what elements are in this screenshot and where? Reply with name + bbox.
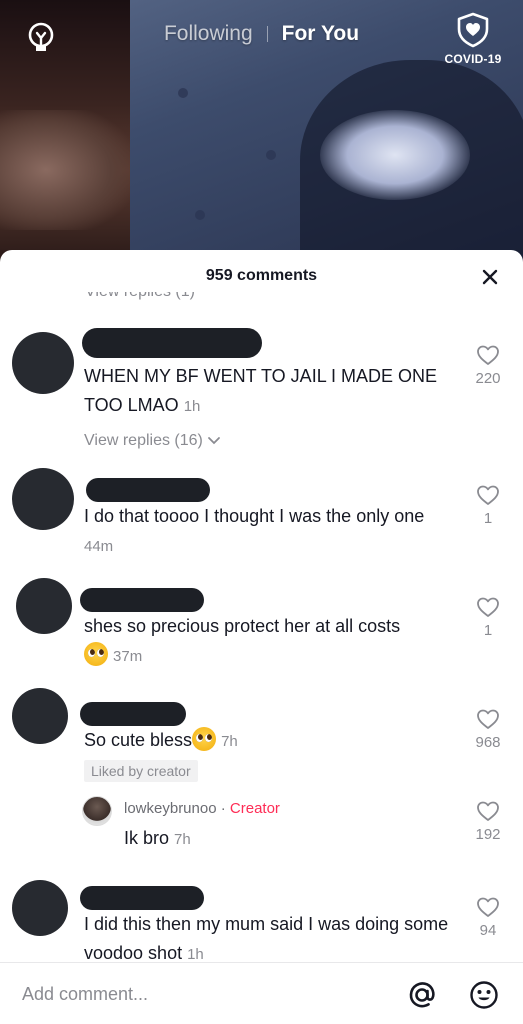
avatar[interactable] bbox=[12, 880, 68, 936]
video-hand bbox=[0, 110, 130, 230]
comment-body: WHEN MY BF WENT TO JAIL I MADE ONE TOO L… bbox=[84, 366, 438, 415]
reply-avatar[interactable] bbox=[82, 796, 112, 826]
like-count: 1 bbox=[483, 510, 493, 527]
reply-separator: · bbox=[216, 800, 230, 817]
avatar[interactable] bbox=[12, 332, 74, 394]
comment-time: 44m bbox=[84, 538, 114, 555]
close-icon bbox=[482, 269, 498, 285]
tab-following[interactable]: Following bbox=[150, 22, 267, 46]
redacted-username[interactable] bbox=[80, 886, 204, 910]
comment-input-bar bbox=[0, 962, 523, 1024]
pleading-face-emoji bbox=[192, 727, 217, 751]
like-count: 94 bbox=[479, 922, 497, 939]
redacted-username[interactable] bbox=[80, 588, 204, 612]
like-count: 968 bbox=[475, 734, 501, 751]
heart-icon[interactable] bbox=[476, 708, 500, 730]
creator-tag: Creator bbox=[229, 800, 280, 817]
comment-time: 1h bbox=[183, 398, 201, 415]
shield-heart-icon bbox=[457, 12, 489, 48]
heart-icon[interactable] bbox=[476, 596, 500, 618]
heart-icon[interactable] bbox=[476, 896, 500, 918]
upholstery-button bbox=[266, 150, 276, 160]
add-comment-input[interactable] bbox=[22, 977, 382, 1011]
reply-body: Ik bro bbox=[124, 828, 170, 848]
like-area[interactable]: 94 bbox=[471, 896, 505, 939]
avatar[interactable] bbox=[16, 578, 72, 634]
pleading-face-emoji bbox=[84, 642, 108, 666]
clipped-view-replies-label: View replies (1) bbox=[85, 292, 195, 300]
like-count: 1 bbox=[483, 622, 493, 639]
close-button[interactable] bbox=[479, 266, 501, 288]
mention-button[interactable] bbox=[406, 979, 438, 1011]
redacted-username[interactable] bbox=[86, 478, 210, 502]
view-replies-button[interactable]: View replies (16) bbox=[84, 432, 221, 450]
comment-text: shes so precious protect her at all cost… bbox=[84, 612, 454, 671]
like-count: 220 bbox=[475, 370, 501, 387]
heart-icon[interactable] bbox=[476, 484, 500, 506]
smiley-face-icon bbox=[470, 981, 498, 1009]
comment-text: I did this then my mum said I was doing … bbox=[84, 910, 464, 969]
comment-body: I do that toooo I thought I was the only… bbox=[84, 506, 425, 526]
avatar[interactable] bbox=[12, 688, 68, 744]
comment-time: 7h bbox=[221, 733, 238, 750]
tab-for-you[interactable]: For You bbox=[268, 22, 373, 46]
comment-time: 37m bbox=[113, 648, 143, 665]
top-nav: Following For You COVID-19 bbox=[0, 0, 523, 80]
avatar[interactable] bbox=[12, 468, 74, 530]
heart-icon[interactable] bbox=[476, 344, 500, 366]
covid-label: COVID-19 bbox=[444, 52, 502, 66]
like-area[interactable]: 1 bbox=[471, 596, 505, 639]
comments-sheet: 959 comments View replies (1) WHEN MY BF… bbox=[0, 250, 523, 1024]
creator-reply: lowkeybrunoo · Creator Ik bro 7h 192 bbox=[82, 796, 523, 860]
upholstery-button bbox=[195, 210, 205, 220]
comment-body: shes so precious protect her at all cost… bbox=[84, 616, 401, 636]
like-area[interactable]: 968 bbox=[471, 708, 505, 751]
comment-body: I did this then my mum said I was doing … bbox=[84, 914, 449, 963]
view-replies-label: View replies (16) bbox=[84, 432, 203, 449]
comment-text: I do that toooo I thought I was the only… bbox=[84, 502, 454, 561]
sheet-header: 959 comments bbox=[0, 250, 523, 302]
reply-username[interactable]: lowkeybrunoo bbox=[124, 800, 217, 817]
reply-text: Ik bro 7h bbox=[124, 828, 191, 849]
comment-text: So cute bless 7h bbox=[84, 726, 454, 756]
comment-time: 1h bbox=[187, 946, 204, 963]
at-sign-icon bbox=[409, 982, 435, 1008]
reply-time: 7h bbox=[174, 831, 191, 848]
heart-icon[interactable] bbox=[476, 800, 500, 822]
chevron-down-icon bbox=[207, 437, 220, 445]
emoji-button[interactable] bbox=[468, 979, 500, 1011]
like-area[interactable]: 1 bbox=[471, 484, 505, 527]
clipped-view-replies[interactable]: View replies (1) bbox=[85, 292, 195, 304]
redacted-username[interactable] bbox=[80, 702, 186, 726]
video-fur-tuft bbox=[320, 110, 470, 200]
comment-body: So cute bless bbox=[84, 730, 193, 750]
upholstery-button bbox=[178, 88, 188, 98]
like-area[interactable]: 220 bbox=[471, 344, 505, 387]
comment-count-title: 959 comments bbox=[205, 267, 318, 284]
covid-19-button[interactable]: COVID-19 bbox=[440, 12, 506, 68]
comment-text: WHEN MY BF WENT TO JAIL I MADE ONE TOO L… bbox=[84, 362, 454, 421]
reply-like-area[interactable]: 192 bbox=[471, 800, 505, 843]
like-count: 192 bbox=[475, 826, 501, 843]
liked-by-creator-badge: Liked by creator bbox=[84, 760, 198, 782]
reply-username-line: lowkeybrunoo · Creator bbox=[124, 800, 280, 817]
redacted-username[interactable] bbox=[82, 328, 262, 358]
